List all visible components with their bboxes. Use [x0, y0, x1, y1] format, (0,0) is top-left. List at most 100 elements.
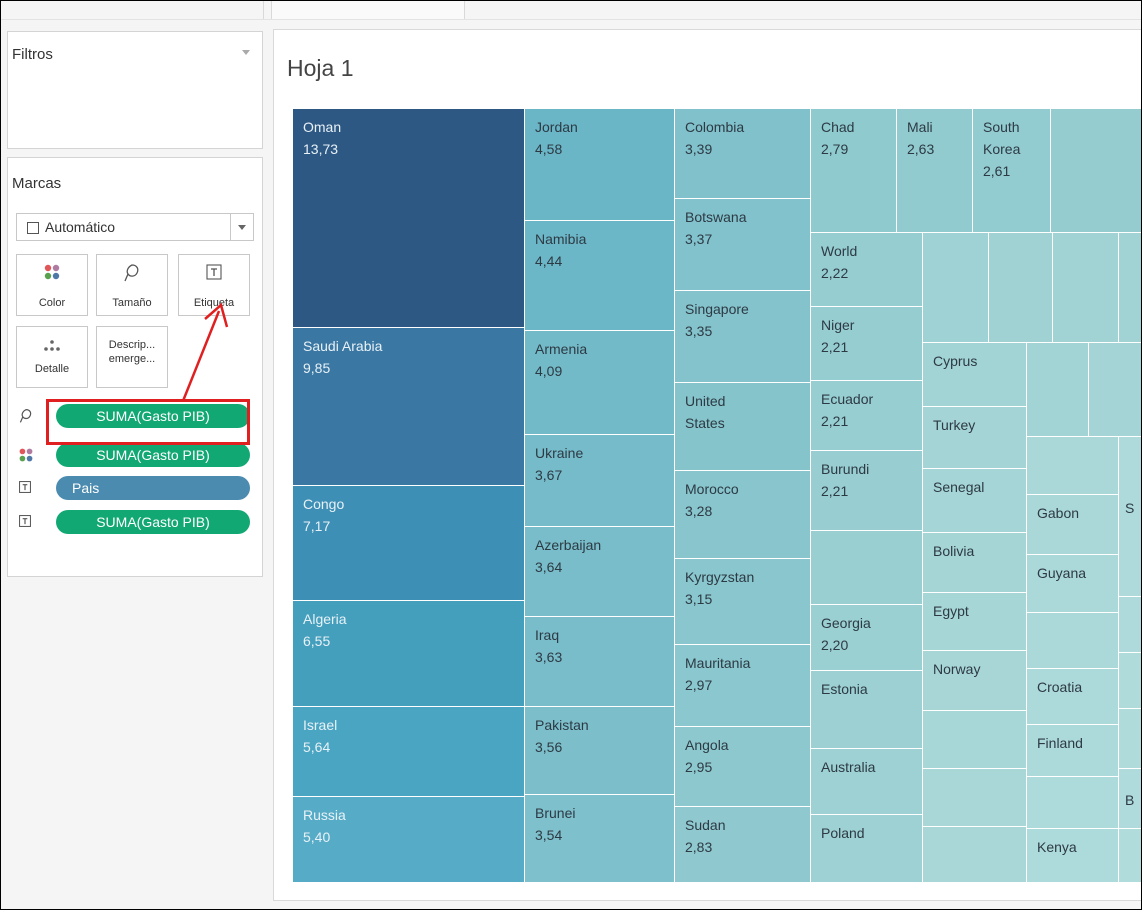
- filters-dropdown-icon[interactable]: [242, 50, 250, 55]
- treemap-cell-unlabeled[interactable]: [923, 711, 1027, 769]
- treemap-cell-country: S: [1125, 500, 1135, 516]
- treemap-cell[interactable]: Mali 2,63: [897, 109, 973, 233]
- mark-type-square-icon: [27, 222, 39, 234]
- treemap-cell[interactable]: Mauritania 2,97: [675, 645, 811, 727]
- label-value-pill[interactable]: SUMA(Gasto PIB): [56, 510, 250, 534]
- treemap-cell[interactable]: Guyana: [1027, 555, 1119, 613]
- mark-pill-row-color[interactable]: SUMA(Gasto PIB): [16, 443, 256, 467]
- treemap-cell-unlabeled[interactable]: [1119, 233, 1141, 343]
- size-lasso-icon: [97, 263, 167, 288]
- treemap-cell[interactable]: Botswana 3,37: [675, 199, 811, 291]
- treemap-cell[interactable]: Burundi 2,21: [811, 451, 923, 531]
- treemap-cell-unlabeled[interactable]: [1119, 653, 1141, 709]
- treemap-cell[interactable]: Poland: [811, 815, 923, 883]
- treemap-cell[interactable]: Ecuador 2,21: [811, 381, 923, 451]
- treemap-cell[interactable]: Ukraine 3,67: [525, 435, 675, 527]
- treemap-cell[interactable]: Finland: [1027, 725, 1119, 777]
- treemap-cell[interactable]: Armenia 4,09: [525, 331, 675, 435]
- treemap-cell[interactable]: Congo 7,17: [293, 486, 525, 601]
- treemap-cell[interactable]: Brunei 3,54: [525, 795, 675, 883]
- treemap-cell-value: 2,21: [821, 413, 849, 429]
- treemap-cell-country: B: [1125, 792, 1135, 808]
- treemap-cell-country: Croatia: [1037, 679, 1083, 695]
- treemap-cell[interactable]: Bolivia: [923, 533, 1027, 593]
- treemap-cell-unlabeled[interactable]: [1027, 437, 1119, 495]
- treemap-cell-value: 2,20: [821, 637, 849, 653]
- treemap-cell-value: 2,95: [685, 759, 713, 775]
- treemap-cell[interactable]: Gabon: [1027, 495, 1119, 555]
- treemap-cell[interactable]: Iraq 3,63: [525, 617, 675, 707]
- mark-type-select[interactable]: Automático: [16, 213, 254, 241]
- treemap-cell-unlabeled[interactable]: [1119, 597, 1141, 653]
- treemap-cell[interactable]: Norway: [923, 651, 1027, 711]
- treemap-cell[interactable]: Azerbaijan 3,64: [525, 527, 675, 617]
- treemap-cell-country: Bolivia: [933, 543, 975, 559]
- treemap-cell-unlabeled[interactable]: [811, 531, 923, 605]
- filters-title: Filtros: [12, 46, 53, 63]
- treemap-cell[interactable]: Cyprus: [923, 343, 1027, 407]
- treemap-cell-unlabeled[interactable]: [1027, 777, 1119, 829]
- treemap-cell-country: Angola: [685, 737, 729, 753]
- treemap-cell-unlabeled[interactable]: [989, 233, 1053, 343]
- treemap-cell[interactable]: Kyrgyzstan 3,15: [675, 559, 811, 645]
- treemap-cell[interactable]: Morocco 3,28: [675, 471, 811, 559]
- treemap-cell[interactable]: Angola 2,95: [675, 727, 811, 807]
- treemap-cell[interactable]: Georgia 2,20: [811, 605, 923, 671]
- treemap-cell[interactable]: Turkey: [923, 407, 1027, 469]
- treemap-cell[interactable]: World 2,22: [811, 233, 923, 307]
- treemap-cell-value: 4,44: [535, 253, 563, 269]
- treemap-cell-country: Egypt: [933, 603, 969, 619]
- treemap-cell[interactable]: Israel 5,64: [293, 707, 525, 797]
- treemap-cell-country: Algeria: [303, 611, 347, 627]
- treemap-cell-unlabeled[interactable]: [1027, 613, 1119, 669]
- treemap-cell[interactable]: Estonia: [811, 671, 923, 749]
- treemap-cell[interactable]: Russia 5,40: [293, 797, 525, 883]
- treemap-cell[interactable]: United States: [675, 383, 811, 471]
- treemap-cell[interactable]: Colombia 3,39: [675, 109, 811, 199]
- treemap-cell[interactable]: Jordan 4,58: [525, 109, 675, 221]
- treemap-cell-unlabeled[interactable]: [1119, 829, 1141, 883]
- treemap-cell-country: Finland: [1037, 735, 1083, 751]
- treemap-cell[interactable]: Croatia: [1027, 669, 1119, 725]
- treemap-cell[interactable]: South Korea 2,61: [973, 109, 1051, 233]
- treemap-cell-value: 4,58: [535, 141, 563, 157]
- mark-pill-row-label-value[interactable]: SUMA(Gasto PIB): [16, 510, 256, 534]
- filters-shelf[interactable]: Filtros: [7, 31, 263, 149]
- treemap-cell[interactable]: S: [1119, 437, 1141, 597]
- treemap-cell-unlabeled[interactable]: [1027, 343, 1089, 437]
- treemap-cell[interactable]: Saudi Arabia 9,85: [293, 328, 525, 486]
- chevron-down-icon[interactable]: [230, 214, 253, 240]
- treemap-cell[interactable]: Sudan 2,83: [675, 807, 811, 883]
- treemap-cell-unlabeled[interactable]: [1051, 109, 1141, 233]
- treemap-cell[interactable]: Chad 2,79: [811, 109, 897, 233]
- treemap-cell-country: Estonia: [821, 681, 868, 697]
- treemap-cell[interactable]: Australia: [811, 749, 923, 815]
- treemap-cell[interactable]: Namibia 4,44: [525, 221, 675, 331]
- treemap-cell[interactable]: Egypt: [923, 593, 1027, 651]
- treemap-cell-unlabeled[interactable]: [923, 769, 1027, 827]
- treemap-cell[interactable]: Singapore 3,35: [675, 291, 811, 383]
- treemap-cell[interactable]: Kenya: [1027, 829, 1119, 883]
- treemap-cell-value: 3,15: [685, 591, 713, 607]
- treemap-cell-country: Colombia: [685, 119, 745, 135]
- treemap-cell-unlabeled[interactable]: [1119, 709, 1141, 769]
- treemap-cell-country: Poland: [821, 825, 865, 841]
- treemap-cell-unlabeled[interactable]: [1089, 343, 1141, 437]
- tooltip-button[interactable]: Descrip... emerge...: [96, 326, 168, 388]
- treemap-cell[interactable]: Pakistan 3,56: [525, 707, 675, 795]
- color-button[interactable]: Color: [16, 254, 88, 316]
- treemap-cell-unlabeled[interactable]: [923, 827, 1027, 883]
- treemap-cell[interactable]: Algeria 6,55: [293, 601, 525, 707]
- treemap-cell[interactable]: Senegal: [923, 469, 1027, 533]
- treemap-cell[interactable]: B: [1119, 769, 1141, 829]
- treemap-cell-unlabeled[interactable]: [1053, 233, 1119, 343]
- size-button[interactable]: Tamaño: [96, 254, 168, 316]
- label-country-pill[interactable]: Pais: [56, 476, 250, 500]
- mark-pill-row-label-country[interactable]: Pais: [16, 476, 256, 500]
- treemap-cell-country: World: [821, 243, 858, 259]
- color-field-pill[interactable]: SUMA(Gasto PIB): [56, 443, 250, 467]
- treemap-cell[interactable]: Niger 2,21: [811, 307, 923, 381]
- detail-button[interactable]: Detalle: [16, 326, 88, 388]
- treemap-cell[interactable]: Oman 13,73: [293, 109, 525, 328]
- treemap-cell-unlabeled[interactable]: [923, 233, 989, 343]
